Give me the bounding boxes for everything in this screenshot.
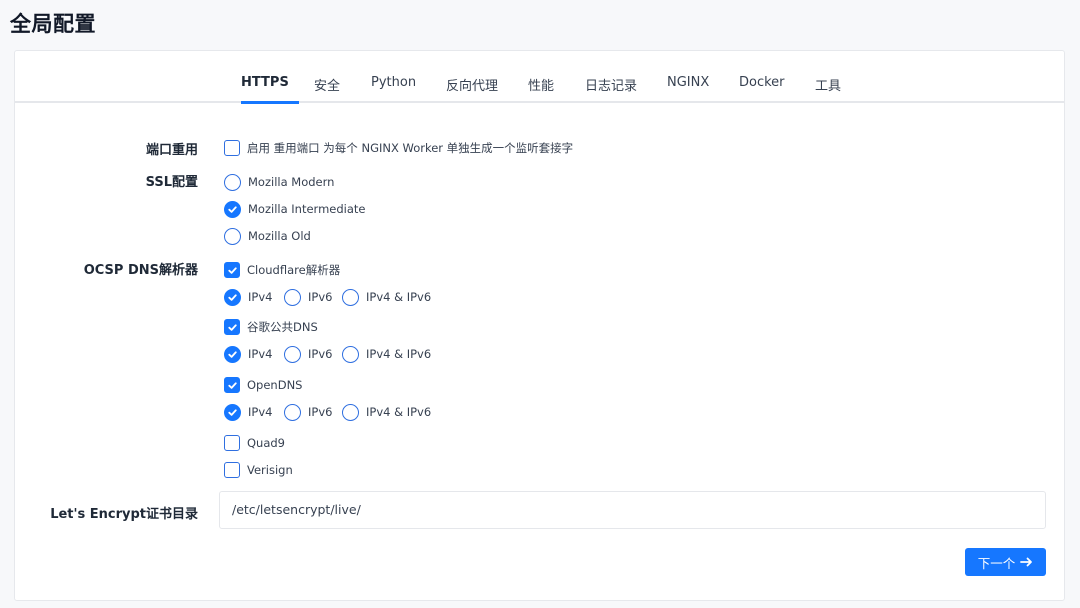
- settings-card: HTTPS 安全 Python 反向代理 性能 日志记录 NGINX Docke…: [14, 50, 1065, 601]
- page-title: 全局配置: [10, 12, 96, 36]
- ip-option-label: IPv6: [308, 405, 333, 419]
- next-button[interactable]: 下一个: [965, 548, 1046, 576]
- radio-button-checked[interactable]: [224, 403, 241, 421]
- ssl-config-label: SSL配置: [145, 175, 198, 190]
- ip-option-both[interactable]: IPv4 & IPv6: [342, 287, 431, 307]
- resolver-label: 谷歌公共DNS: [247, 320, 318, 334]
- check-icon: [227, 323, 237, 331]
- resolver-cloudflare[interactable]: Cloudflare解析器: [224, 260, 340, 280]
- radio-button[interactable]: [284, 403, 301, 421]
- port-reuse-option[interactable]: 启用 重用端口 为每个 NGINX Worker 单独生成一个监听套接字: [224, 138, 573, 158]
- check-icon: [227, 381, 237, 389]
- ssl-option-label: Mozilla Modern: [248, 175, 335, 189]
- ip-option-ipv4[interactable]: IPv4: [224, 344, 272, 364]
- ssl-option-intermediate[interactable]: Mozilla Intermediate: [224, 199, 365, 219]
- resolver-label: Cloudflare解析器: [247, 263, 341, 277]
- radio-button[interactable]: [224, 227, 241, 245]
- tab-python[interactable]: Python: [371, 75, 416, 105]
- checkbox-checked[interactable]: [224, 262, 240, 278]
- ip-option-both[interactable]: IPv4 & IPv6: [342, 344, 431, 364]
- resolver-quad9[interactable]: Quad9: [224, 433, 285, 453]
- radio-button[interactable]: [284, 345, 301, 363]
- ssl-option-modern[interactable]: Mozilla Modern: [224, 172, 334, 192]
- radio-button[interactable]: [342, 403, 359, 421]
- radio-button[interactable]: [342, 345, 359, 363]
- tab-reverse-proxy[interactable]: 反向代理: [446, 75, 498, 105]
- next-button-label: 下一个: [977, 555, 1016, 571]
- radio-button[interactable]: [342, 288, 359, 306]
- tab-nginx[interactable]: NGINX: [667, 75, 709, 105]
- ip-option-ipv6[interactable]: IPv6: [284, 344, 332, 364]
- ssl-option-label: Mozilla Old: [248, 229, 311, 243]
- ip-option-label: IPv4 & IPv6: [366, 347, 432, 361]
- resolver-label: Verisign: [247, 463, 293, 477]
- ip-option-label: IPv4 & IPv6: [366, 290, 432, 304]
- ssl-option-label: Mozilla Intermediate: [248, 202, 366, 216]
- ip-option-ipv6[interactable]: IPv6: [284, 287, 332, 307]
- radio-button-checked[interactable]: [224, 200, 241, 218]
- port-reuse-label: 端口重用: [145, 143, 198, 158]
- checkbox[interactable]: [224, 435, 240, 451]
- resolver-label: OpenDNS: [247, 378, 303, 392]
- resolver-google[interactable]: 谷歌公共DNS: [224, 317, 318, 337]
- ip-option-both[interactable]: IPv4 & IPv6: [342, 402, 431, 422]
- tab-bar: HTTPS 安全 Python 反向代理 性能 日志记录 NGINX Docke…: [15, 73, 1064, 105]
- ip-option-label: IPv6: [308, 290, 333, 304]
- resolver-label: Quad9: [247, 436, 286, 450]
- ip-option-label: IPv4: [248, 405, 273, 419]
- ip-option-ipv6[interactable]: IPv6: [284, 402, 332, 422]
- ssl-option-old[interactable]: Mozilla Old: [224, 226, 311, 246]
- check-icon: [228, 350, 237, 358]
- check-icon: [228, 408, 237, 416]
- tab-docker[interactable]: Docker: [739, 75, 785, 105]
- radio-button-checked[interactable]: [224, 288, 241, 306]
- resolver-verisign[interactable]: Verisign: [224, 460, 293, 480]
- check-icon: [228, 205, 237, 213]
- radio-button[interactable]: [284, 288, 301, 306]
- letsencrypt-label: Let's Encrypt证书目录: [50, 507, 198, 522]
- checkbox-checked[interactable]: [224, 377, 240, 393]
- checkbox[interactable]: [224, 462, 240, 478]
- checkbox[interactable]: [224, 140, 240, 156]
- tab-performance[interactable]: 性能: [528, 75, 554, 105]
- ip-option-ipv4[interactable]: IPv4: [224, 287, 272, 307]
- tab-tools[interactable]: 工具: [815, 75, 841, 105]
- tab-security[interactable]: 安全: [314, 75, 340, 105]
- ip-option-ipv4[interactable]: IPv4: [224, 402, 272, 422]
- checkbox-checked[interactable]: [224, 319, 240, 335]
- tab-logging[interactable]: 日志记录: [585, 75, 637, 105]
- arrow-right-icon: [1020, 557, 1033, 567]
- check-icon: [227, 266, 237, 274]
- check-icon: [228, 293, 237, 301]
- ip-option-label: IPv4: [248, 347, 273, 361]
- active-tab-indicator: [241, 101, 299, 104]
- letsencrypt-path-input[interactable]: /etc/letsencrypt/live/: [219, 491, 1046, 529]
- ip-option-label: IPv4: [248, 290, 273, 304]
- radio-button-checked[interactable]: [224, 345, 241, 363]
- ip-option-label: IPv6: [308, 347, 333, 361]
- ocsp-label: OCSP DNS解析器: [83, 263, 198, 278]
- radio-button[interactable]: [224, 173, 241, 191]
- ip-option-label: IPv4 & IPv6: [366, 405, 432, 419]
- resolver-opendns[interactable]: OpenDNS: [224, 375, 302, 395]
- port-reuse-option-label: 启用 重用端口 为每个 NGINX Worker 单独生成一个监听套接字: [247, 141, 574, 155]
